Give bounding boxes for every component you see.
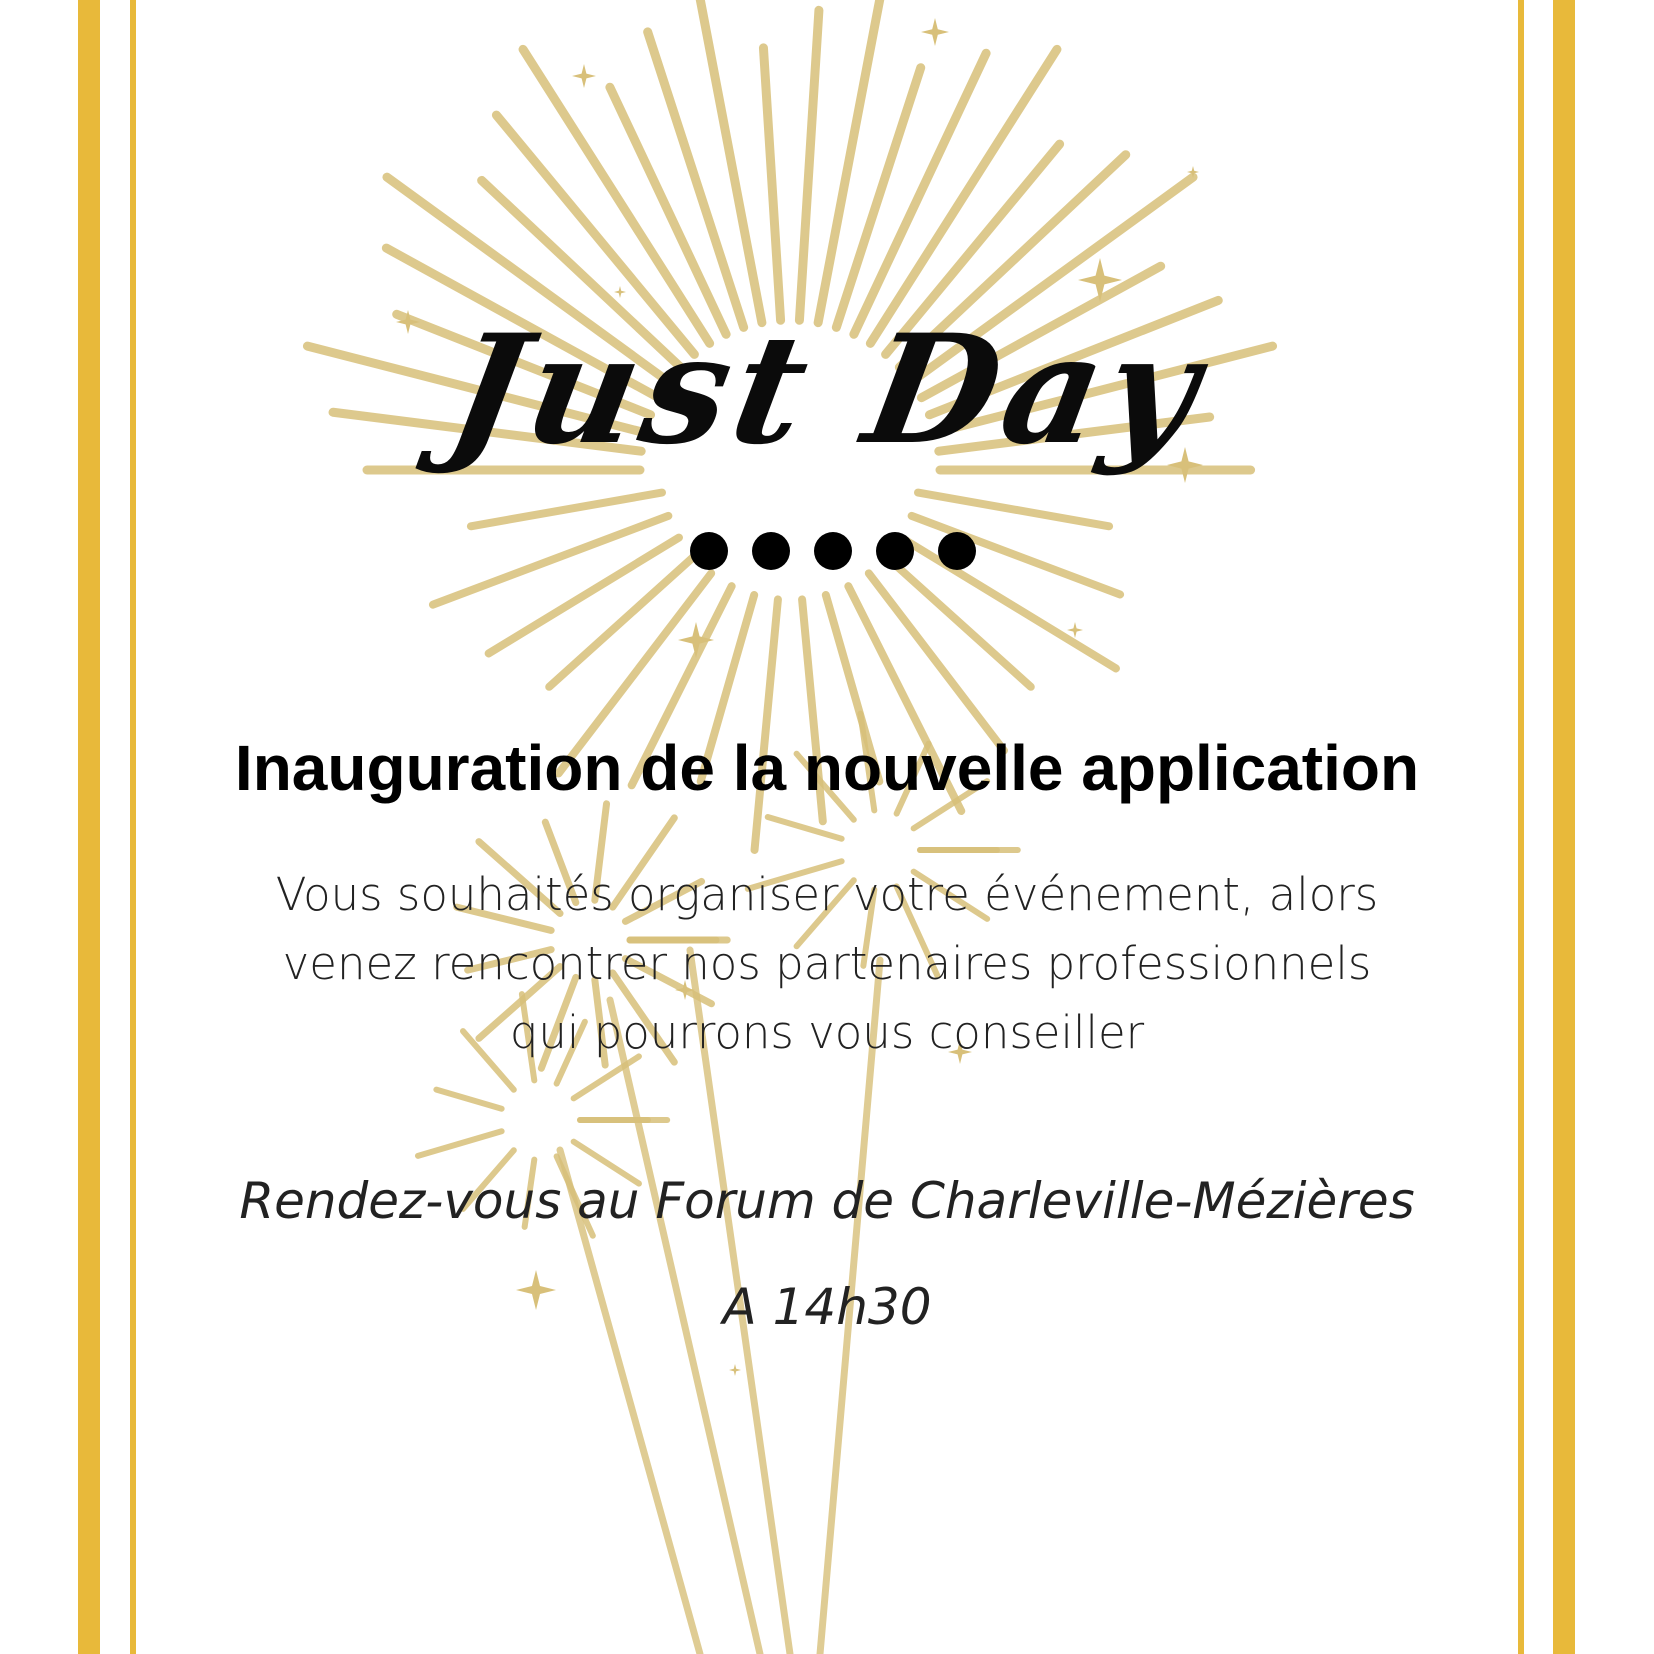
dot [876,532,914,570]
fireworks-icon [302,0,1278,1654]
description-line: qui pourrons vous conseiller [509,1006,1145,1059]
event-title: Inauguration de la nouvelle application [234,732,1420,804]
dot [690,532,728,570]
dot [752,532,790,570]
description-line: Vous souhaités organiser votre événement… [275,868,1379,921]
dot [938,532,976,570]
description-line: venez rencontrer nos partenaires profess… [282,937,1372,990]
time-text: A 14h30 [722,1278,932,1336]
event-description: Vous souhaités organiser votre événement… [227,860,1427,1067]
dots-divider [690,532,976,570]
brand-logo: Just Day [437,302,1217,478]
dot [814,532,852,570]
venue-text: Rendez-vous au Forum de Charleville-Mézi… [239,1172,1415,1230]
